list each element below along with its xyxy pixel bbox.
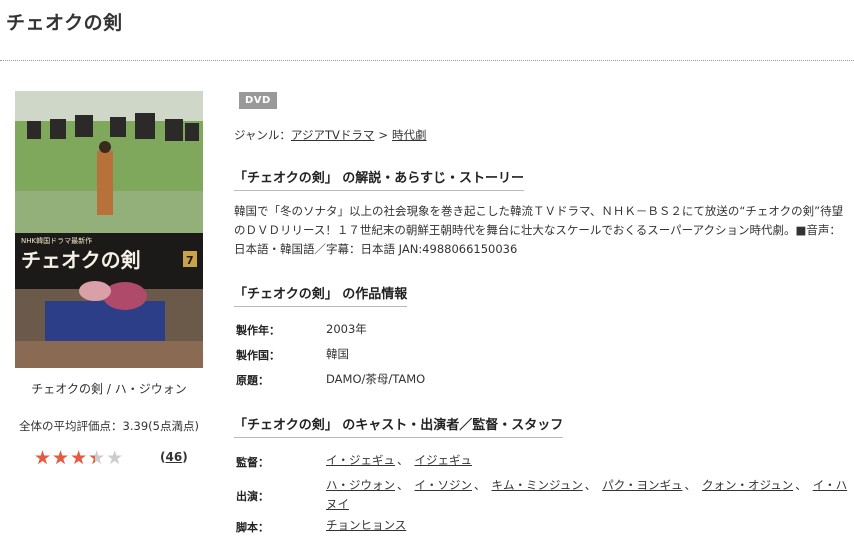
director-link[interactable]: イ・ジェギュ (326, 453, 395, 467)
page-title: チェオクの剣 (6, 12, 123, 34)
info-section-title: 「チェオクの剣」 の作品情報 (234, 283, 408, 307)
story-description: 韓国で「冬のソナタ」以上の社会現象を巻き起こした韓流ＴＶドラマ、ＮＨＫ－ＢＳ２に… (234, 204, 844, 256)
info-label-country: 製作国： (236, 349, 280, 362)
info-value-country: 韓国 (326, 347, 349, 361)
writer-link[interactable]: チョンヒョンス (326, 518, 406, 532)
cover-caption: チェオクの剣 / ハ・ジウォン (31, 382, 187, 396)
review-count-link[interactable]: (46) (160, 450, 188, 464)
director-label: 監督： (236, 456, 269, 469)
cast-link[interactable]: クォン・オジュン (702, 478, 793, 492)
director-list: イ・ジェギュ、イジェギュ (326, 453, 473, 467)
average-rating-text: 全体の平均評価点：3.39(5点満点) (19, 419, 199, 433)
cast-link[interactable]: イ・ソジン (415, 478, 473, 492)
star-rating-filled-icons: ★★★★★ (34, 448, 95, 468)
genre-breadcrumb: ジャンル：アジアTVドラマ > 時代劇 (234, 127, 427, 143)
cast-link[interactable]: パク・ヨンギュ (602, 478, 682, 492)
genre-link-period-drama[interactable]: 時代劇 (392, 128, 427, 142)
genre-link-asian-tv-drama[interactable]: アジアTVドラマ (291, 128, 374, 142)
cover-header-text: NHK韓国ドラマ最新作 (21, 236, 92, 245)
writer-list: チョンヒョンス (326, 517, 406, 533)
star-rating: ★★★★★ ★★★★★ (34, 448, 138, 468)
story-section-title: 「チェオクの剣」 の解説・あらすじ・ストーリー (234, 167, 525, 191)
info-label-original-title: 原題： (236, 374, 269, 387)
info-label-year: 製作年： (236, 324, 280, 337)
cast-link[interactable]: キム・ミンジュン (492, 478, 583, 492)
cast-label: 出演： (236, 490, 269, 503)
title-divider (0, 60, 854, 61)
cast-section-title: 「チェオクの剣」 のキャスト・出演者／監督・スタッフ (234, 414, 564, 438)
genre-label: ジャンル： (234, 128, 291, 142)
info-value-original-title: DAMO/茶母/TAMO (326, 372, 426, 386)
cast-list: ハ・ジウォン、イ・ソジン、キム・ミンジュン、パク・ヨンギュ、クォン・オジュン、イ… (326, 478, 848, 511)
writer-label: 脚本： (236, 521, 269, 534)
format-badge: DVD (239, 92, 277, 109)
cast-link[interactable]: ハ・ジウォン (326, 478, 395, 492)
cover-volume-number: 7 (186, 254, 194, 267)
info-value-year: 2003年 (326, 322, 367, 336)
review-count-value: 46 (165, 450, 183, 464)
director-link[interactable]: イジェギュ (415, 453, 473, 467)
cover-title-text: チェオクの剣 (21, 248, 141, 272)
dvd-cover-image[interactable]: NHK韓国ドラマ最新作 チェオクの剣 7 (15, 91, 203, 368)
genre-separator: > (378, 128, 389, 142)
